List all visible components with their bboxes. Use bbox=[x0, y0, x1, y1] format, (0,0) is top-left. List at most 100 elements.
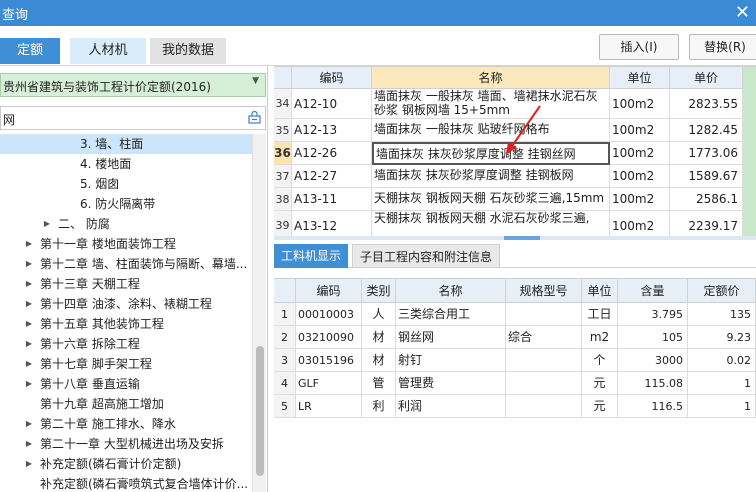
tree-item[interactable]: ▶ 补充定额(磷石膏计价定额) bbox=[0, 454, 252, 474]
tree-item[interactable]: ▶ 第二十一章 大型机械进出场及安拆 bbox=[0, 434, 252, 454]
table-cell[interactable]: 100m2 bbox=[610, 142, 670, 165]
table-cell[interactable] bbox=[506, 349, 582, 372]
table-cell[interactable]: A12-13 bbox=[292, 119, 372, 142]
tree-item[interactable]: ▶ 第十四章 油漆、涂料、裱糊工程 bbox=[0, 294, 252, 314]
table-cell[interactable]: 1773.06 bbox=[670, 142, 743, 165]
tab-work-content-notes[interactable]: 子目工程内容和附注信息 bbox=[352, 244, 500, 268]
table-cell[interactable]: 人 bbox=[362, 303, 396, 326]
table-cell[interactable]: 1 bbox=[688, 395, 756, 418]
triangle-right-icon[interactable]: ▶ bbox=[24, 254, 34, 274]
close-icon[interactable]: ✕ bbox=[735, 2, 750, 23]
column-header[interactable]: 含量 bbox=[618, 279, 688, 303]
row-number[interactable]: 4 bbox=[274, 372, 296, 395]
table-cell[interactable]: m2 bbox=[582, 326, 618, 349]
scrollbar-thumb[interactable] bbox=[256, 346, 264, 476]
table-cell[interactable]: 1 bbox=[688, 372, 756, 395]
table-cell[interactable]: 墙面抹灰 抹灰砂浆厚度调整 挂钢板网 bbox=[372, 165, 610, 188]
tree-item[interactable]: ▶ 第十六章 拆除工程 bbox=[0, 334, 252, 354]
insert-button[interactable]: 插入(I) bbox=[599, 34, 679, 60]
tab-my-data[interactable]: 我的数据 bbox=[150, 38, 226, 64]
table-cell[interactable]: 钢丝网 bbox=[396, 326, 506, 349]
triangle-right-icon[interactable]: ▶ bbox=[24, 314, 34, 334]
tree-item[interactable]: 第十九章 超高施工增加 bbox=[0, 394, 252, 414]
triangle-right-icon[interactable]: ▶ bbox=[24, 274, 34, 294]
table-cell[interactable]: 工日 bbox=[582, 303, 618, 326]
table-cell[interactable]: 0.02 bbox=[688, 349, 756, 372]
table-cell[interactable]: 115.08 bbox=[618, 372, 688, 395]
table-cell[interactable]: 100m2 bbox=[610, 211, 670, 238]
replace-button[interactable]: 替换(R) bbox=[689, 34, 756, 60]
triangle-right-icon[interactable]: ▶ bbox=[24, 234, 34, 254]
triangle-right-icon[interactable]: ▶ bbox=[24, 454, 34, 474]
table-cell[interactable]: GLF bbox=[296, 372, 362, 395]
table-cell[interactable]: 9.23 bbox=[688, 326, 756, 349]
row-number[interactable]: 5 bbox=[274, 395, 296, 418]
tree-item[interactable]: ▶ 二、 防腐 bbox=[0, 214, 252, 234]
table-cell[interactable]: 2823.55 bbox=[670, 89, 743, 119]
tree-item[interactable]: ▶ 第十八章 垂直运输 bbox=[0, 374, 252, 394]
row-number[interactable]: 37 bbox=[274, 165, 292, 188]
table-cell[interactable]: 个 bbox=[582, 349, 618, 372]
tree-item[interactable]: ▶ 第十三章 天棚工程 bbox=[0, 274, 252, 294]
table-cell[interactable]: 材 bbox=[362, 349, 396, 372]
tree-item[interactable]: ▶ 第十二章 墙、柱面装饰与隔断、幕墙... bbox=[0, 254, 252, 274]
table-cell[interactable] bbox=[506, 303, 582, 326]
search-input[interactable]: 网 bbox=[0, 106, 266, 130]
tree-item[interactable]: 6. 防火隔离带 bbox=[0, 194, 252, 214]
table-cell[interactable]: 1589.67 bbox=[670, 165, 743, 188]
table-cell[interactable]: A12-10 bbox=[292, 89, 372, 119]
triangle-right-icon[interactable]: ▶ bbox=[24, 414, 34, 434]
table-cell[interactable]: 墙面抹灰 抹灰砂浆厚度调整 挂钢丝网 bbox=[372, 142, 610, 165]
table-cell[interactable]: 03210090 bbox=[296, 326, 362, 349]
tree-item[interactable]: 4. 楼地面 bbox=[0, 154, 252, 174]
triangle-right-icon[interactable]: ▶ bbox=[24, 354, 34, 374]
row-number[interactable]: 34 bbox=[274, 89, 292, 119]
table-cell[interactable]: A12-26 bbox=[292, 142, 372, 165]
triangle-right-icon[interactable]: ▶ bbox=[24, 434, 34, 454]
table-cell[interactable] bbox=[506, 372, 582, 395]
table-cell[interactable] bbox=[506, 395, 582, 418]
table-cell[interactable]: 天棚抹灰 钢板网天棚 石灰砂浆三遍,15mm bbox=[372, 188, 610, 211]
row-number[interactable]: 3 bbox=[274, 349, 296, 372]
table-cell[interactable]: 利 bbox=[362, 395, 396, 418]
triangle-right-icon[interactable]: ▶ bbox=[24, 294, 34, 314]
tree-scrollbar[interactable] bbox=[252, 134, 266, 492]
row-number[interactable]: 1 bbox=[274, 303, 296, 326]
column-header[interactable]: 名称 bbox=[372, 67, 610, 89]
table-cell[interactable]: A13-11 bbox=[292, 188, 372, 211]
table-cell[interactable]: 00010003 bbox=[296, 303, 362, 326]
table-cell[interactable]: LR bbox=[296, 395, 362, 418]
table-cell[interactable]: 3.795 bbox=[618, 303, 688, 326]
table-cell[interactable]: 墙面抹灰 一般抹灰 墙面、墙裙抹水泥石灰砂浆 钢板网墙 15+5mm bbox=[372, 89, 610, 119]
table-cell[interactable]: 100m2 bbox=[610, 119, 670, 142]
row-number[interactable]: 2 bbox=[274, 326, 296, 349]
table-cell[interactable]: 射钉 bbox=[396, 349, 506, 372]
column-header[interactable]: 名称 bbox=[396, 279, 506, 303]
table-cell[interactable]: A12-27 bbox=[292, 165, 372, 188]
table-cell[interactable]: A13-12 bbox=[292, 211, 372, 238]
row-number[interactable]: 38 bbox=[274, 188, 292, 211]
tab-labor-material-machine[interactable]: 人材机 bbox=[70, 38, 146, 64]
triangle-right-icon[interactable]: ▶ bbox=[24, 334, 34, 354]
table-cell[interactable]: 2586.1 bbox=[670, 188, 743, 211]
table-cell[interactable]: 三类综合用工 bbox=[396, 303, 506, 326]
table-cell[interactable]: 3000 bbox=[618, 349, 688, 372]
column-header[interactable]: 单价 bbox=[670, 67, 743, 89]
column-header[interactable]: 类别 bbox=[362, 279, 396, 303]
table-cell[interactable]: 综合 bbox=[506, 326, 582, 349]
table-cell[interactable]: 100m2 bbox=[610, 188, 670, 211]
table-cell[interactable]: 管 bbox=[362, 372, 396, 395]
table-cell[interactable]: 元 bbox=[582, 372, 618, 395]
table-cell[interactable]: 管理费 bbox=[396, 372, 506, 395]
tab-labor-material-display[interactable]: 工料机显示 bbox=[274, 244, 348, 268]
row-number[interactable]: 39 bbox=[274, 211, 292, 238]
tree-item[interactable]: ▶ 第十七章 脚手架工程 bbox=[0, 354, 252, 374]
table-cell[interactable]: 元 bbox=[582, 395, 618, 418]
tree-item[interactable]: ▶ 第十五章 其他装饰工程 bbox=[0, 314, 252, 334]
tab-quota[interactable]: 定额 bbox=[0, 38, 60, 64]
column-header[interactable]: 定额价 bbox=[688, 279, 756, 303]
table-cell[interactable]: 天棚抹灰 钢板网天棚 水泥石灰砂浆三遍, bbox=[372, 211, 610, 238]
triangle-right-icon[interactable]: ▶ bbox=[42, 214, 52, 234]
column-header[interactable]: 编码 bbox=[292, 67, 372, 89]
row-number[interactable]: 35 bbox=[274, 119, 292, 142]
